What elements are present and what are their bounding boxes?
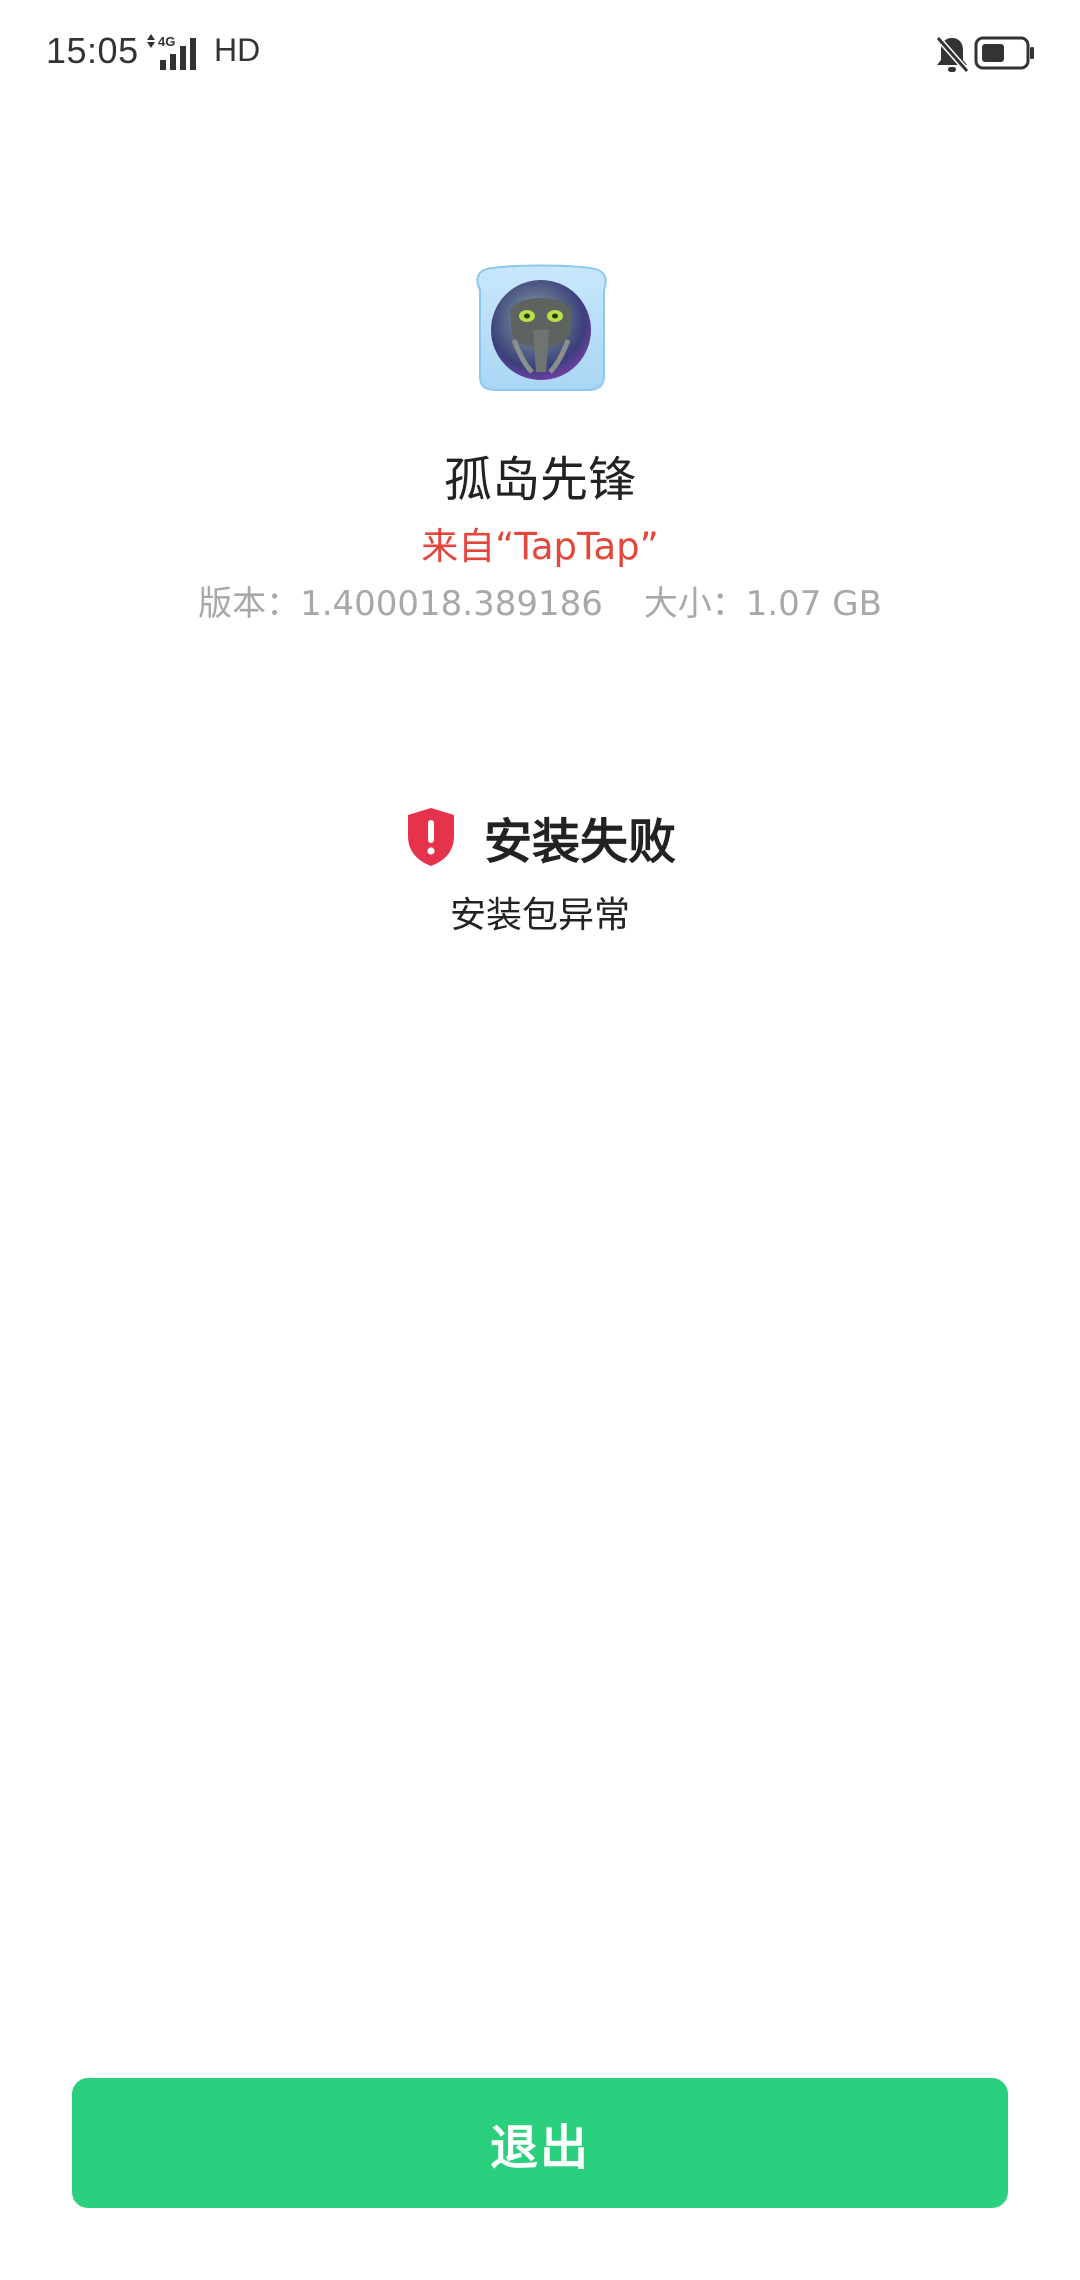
status-time: 15:05: [46, 30, 139, 71]
exit-button[interactable]: 退出: [72, 2078, 1008, 2208]
app-size: 大小：1.07 GB: [643, 584, 882, 624]
result-title: 安装失败: [483, 814, 676, 870]
install-result: 安装失败: [0, 802, 1080, 872]
shield-alert-icon: [407, 808, 454, 866]
app-icon: [476, 264, 607, 391]
battery-icon: [974, 36, 1034, 70]
app-version: 版本：1.400018.389186: [198, 584, 603, 624]
status-bar: 15:05 4G HD: [0, 0, 1080, 110]
app-meta: 版本：1.400018.389186 大小：1.07 GB: [0, 576, 1080, 625]
result-description: 安装包异常: [449, 895, 630, 936]
mute-bell-icon: [935, 36, 970, 73]
app-name: 孤岛先锋: [443, 452, 636, 508]
signal-icon: 4G: [147, 34, 196, 70]
app-source: 来自“TapTap”: [421, 525, 659, 568]
exit-button-label: 退出: [489, 2120, 590, 2176]
svg-text:4G: 4G: [158, 34, 175, 49]
hd-indicator: HD: [214, 32, 261, 68]
